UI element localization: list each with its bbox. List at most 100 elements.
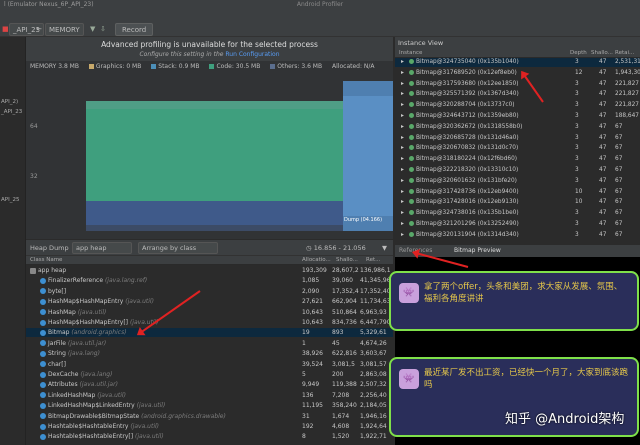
- shallow-size: 1,674: [332, 412, 350, 420]
- instance-row[interactable]: ▸ Bitmap@318180224 (0x12f6bd60) 3 47 67: [395, 155, 640, 164]
- selection-fill: [343, 96, 393, 216]
- col-instance[interactable]: Instance: [399, 50, 422, 56]
- table-row[interactable]: HashMap (java.util) 10,643 510,864 6,963,93: [26, 308, 393, 317]
- col-inst-retained[interactable]: Retai...: [615, 50, 634, 56]
- back-arrow-icon[interactable]: ←: [36, 23, 42, 36]
- expand-icon[interactable]: ▸: [401, 69, 404, 78]
- expand-icon[interactable]: ▸: [401, 166, 404, 175]
- stop-icon[interactable]: ■: [2, 23, 9, 36]
- col-inst-shallow[interactable]: Shallo...: [591, 50, 613, 56]
- instance-depth: 3: [575, 123, 579, 130]
- instance-depth: 3: [575, 80, 579, 87]
- code-top: [86, 101, 343, 109]
- instance-row[interactable]: ▸ Bitmap@324643712 (0x1359eb80) 3 47 188,647: [395, 112, 640, 121]
- instance-row[interactable]: ▸ Bitmap@325571392 (0x1367d340) 3 47 221,827: [395, 90, 640, 99]
- col-depth[interactable]: Depth: [570, 50, 587, 56]
- gc-icon[interactable]: ▼: [90, 23, 95, 36]
- memory-chart[interactable]: 64 32 Dump (04.166): [26, 61, 393, 239]
- expand-icon[interactable]: ▸: [401, 80, 404, 89]
- table-row[interactable]: BitmapDrawable$BitmapState (android.grap…: [26, 412, 393, 421]
- table-row[interactable]: JarFile (java.util.jar) 1 45 4,674,26: [26, 339, 393, 348]
- left-rail: API_2) _API_23 API_25: [0, 37, 26, 445]
- table-row[interactable]: char[] 39,524 3,081,5 3,081,57: [26, 360, 393, 369]
- expand-icon[interactable]: ▸: [401, 101, 404, 110]
- heap-dump-icon[interactable]: ⇩: [100, 23, 106, 36]
- rail-item[interactable]: API_2): [1, 99, 18, 105]
- table-row[interactable]: FinalizerReference (java.lang.ref) 1,085 3…: [26, 276, 393, 285]
- alloc-count: 39,524: [302, 360, 323, 368]
- arrange-select[interactable]: Arrange by class: [138, 242, 218, 254]
- expand-icon[interactable]: ▸: [401, 144, 404, 153]
- memory-select[interactable]: MEMORY: [45, 23, 84, 36]
- class-table-header: Class Name Allocatio... Shallo... Ret...: [26, 256, 393, 265]
- instance-row[interactable]: ▸ Bitmap@324738016 (0x135b1be0) 3 47 67: [395, 209, 640, 218]
- shallow-size: 893: [332, 329, 344, 337]
- instance-row[interactable]: ▸ Bitmap@317593680 (0x12ee1850) 3 47 221,827: [395, 80, 640, 89]
- instance-name: Bitmap@324738016 (0x135b1be0): [409, 209, 519, 218]
- instance-row[interactable]: ▸ Bitmap@320362672 (0x1318558b0) 3 47 67: [395, 123, 640, 132]
- table-row[interactable]: Hashtable$HashtableEntry (java.util) 192 4…: [26, 422, 393, 431]
- table-row[interactable]: HashMap$HashMapEntry[] (java.util) 10,643…: [26, 318, 393, 327]
- instance-row[interactable]: ▸ Bitmap@324735040 (0x135b1040) 3 47 2,531,3…: [395, 58, 640, 67]
- rail-item[interactable]: API_25: [1, 197, 19, 203]
- instance-retained: 67: [615, 221, 623, 227]
- table-row[interactable]: Bitmap (android.graphics) 19 893 5,329,61: [26, 328, 393, 338]
- expand-icon[interactable]: ▸: [401, 188, 404, 197]
- table-row[interactable]: app heap 193,309 28,607,2 136,986,1: [26, 266, 393, 275]
- instance-row[interactable]: ▸ Bitmap@320601632 (0x131bfe20) 3 47 67: [395, 177, 640, 186]
- expand-icon[interactable]: ▸: [401, 198, 404, 207]
- expand-icon[interactable]: ▸: [401, 220, 404, 229]
- instance-depth: 3: [575, 102, 579, 109]
- expand-icon[interactable]: ▸: [401, 112, 404, 121]
- expand-icon[interactable]: ▸: [401, 58, 404, 67]
- record-button[interactable]: Record: [115, 23, 154, 36]
- heap-select[interactable]: app heap: [72, 242, 132, 254]
- class-name: BitmapDrawable$BitmapState (android.grap…: [40, 412, 226, 421]
- table-row[interactable]: LinkedHashMap (java.util) 136 7,208 2,256,4…: [26, 391, 393, 400]
- expand-icon[interactable]: ▸: [401, 209, 404, 218]
- rail-item[interactable]: _API_23: [1, 109, 22, 115]
- class-icon: [40, 371, 46, 378]
- table-row[interactable]: DexCache (java.lang) 5 200 2,863,08: [26, 370, 393, 379]
- object-icon: [409, 188, 414, 194]
- table-row[interactable]: String (java.lang) 38,926 622,816 3,603,67: [26, 349, 393, 358]
- expand-icon[interactable]: ▸: [401, 177, 404, 186]
- instance-row[interactable]: ▸ Bitmap@321201296 (0x13252490) 3 47 67: [395, 220, 640, 229]
- instance-shallow: 47: [599, 102, 607, 109]
- col-class-name[interactable]: Class Name: [30, 257, 62, 263]
- retained-size: 136,986,1: [360, 267, 391, 274]
- instance-row[interactable]: ▸ Bitmap@320670832 (0x131d0c70) 3 47 67: [395, 144, 640, 153]
- filter-icon[interactable]: ▼: [382, 240, 387, 256]
- instance-retained: 221,827: [615, 102, 639, 109]
- instance-shallow: 47: [599, 231, 607, 238]
- bitmap-preview: 👾 拿了两个offer，头条和美团，求大家从发展、氛围、福利各角度讲讲 👾 最近…: [389, 257, 640, 445]
- table-row[interactable]: byte[] 2,090 17,352,4 17,352,40: [26, 287, 393, 296]
- expand-icon[interactable]: ▸: [401, 90, 404, 99]
- profiling-warning: Advanced profiling is unavailable for th…: [26, 37, 393, 61]
- instance-row[interactable]: ▸ Bitmap@320131904 (0x1314d340) 3 47 67: [395, 231, 640, 240]
- instance-row[interactable]: ▸ Bitmap@317428736 (0x12eb9400) 10 47 67: [395, 188, 640, 197]
- table-row[interactable]: Attributes (java.util.jar) 9,949 119,388 2,…: [26, 380, 393, 389]
- watermark: 知乎 @Android架构: [505, 412, 625, 427]
- col-shallow[interactable]: Shallo...: [336, 257, 358, 263]
- expand-icon[interactable]: ▸: [401, 134, 404, 143]
- instance-row[interactable]: ▸ Bitmap@322218320 (0x13310c10) 3 47 67: [395, 166, 640, 175]
- run-configuration-link[interactable]: Run Configuration: [225, 51, 279, 58]
- col-allocations[interactable]: Allocatio...: [302, 257, 331, 263]
- shallow-size: 662,904: [332, 298, 357, 306]
- alloc-count: 2,090: [302, 287, 320, 295]
- col-retained[interactable]: Ret...: [366, 257, 380, 263]
- shallow-size: 28,607,2: [332, 267, 359, 274]
- expand-icon[interactable]: ▸: [401, 231, 404, 240]
- table-row[interactable]: HashMap$HashMapEntry (java.util) 27,621 66…: [26, 297, 393, 306]
- memory-area-chart: 64 32 Dump (04.166): [30, 81, 393, 231]
- class-table-body: app heap 193,309 28,607,2 136,986,1 Finaliz…: [26, 266, 393, 445]
- object-icon: [409, 113, 414, 118]
- instance-row[interactable]: ▸ Bitmap@320288704 (0x13737c0) 3 47 221,827: [395, 101, 640, 110]
- instance-row[interactable]: ▸ Bitmap@320685728 (0x131d46a0) 3 47 67: [395, 134, 640, 143]
- table-row[interactable]: LinkedHashMap$LinkedEntry (java.util) 11,…: [26, 401, 393, 410]
- table-row[interactable]: Hashtable$HashtableEntry[] (java.util) 8 1…: [26, 432, 393, 441]
- instance-row[interactable]: ▸ Bitmap@317428016 (0x12eb9130) 10 47 67: [395, 198, 640, 207]
- expand-icon[interactable]: ▸: [401, 123, 404, 132]
- expand-icon[interactable]: ▸: [401, 155, 404, 164]
